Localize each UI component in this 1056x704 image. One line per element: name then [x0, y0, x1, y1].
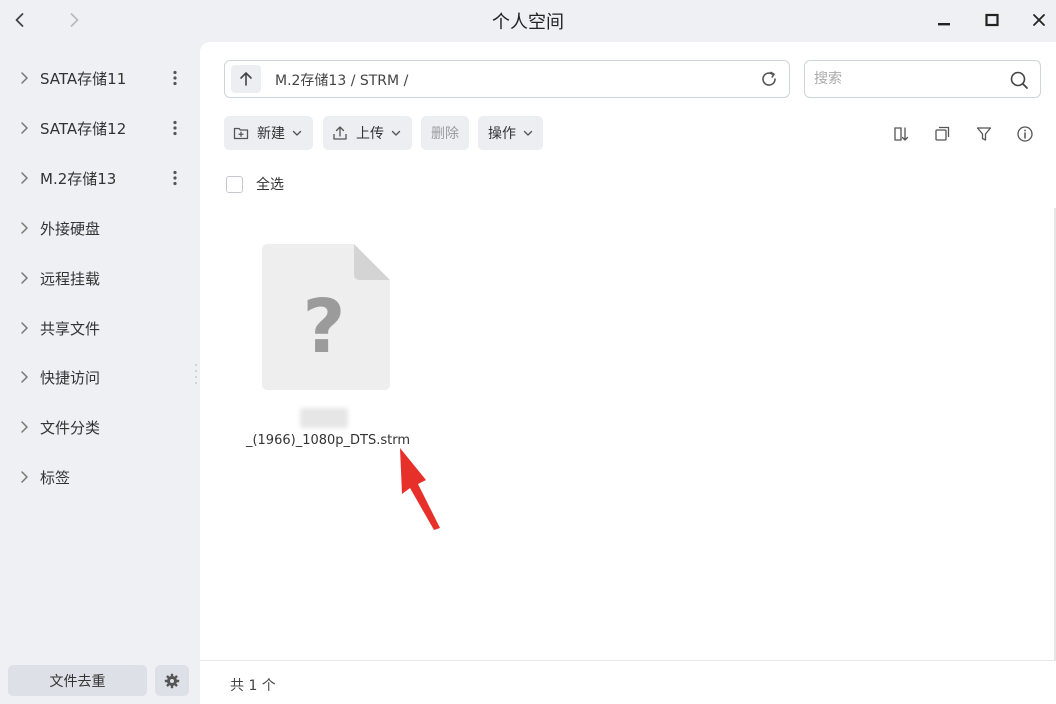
sidebar-item-label: 共享文件 — [40, 320, 101, 338]
operations-label: 操作 — [488, 126, 516, 142]
chevron-right-icon — [21, 172, 28, 184]
sidebar-item-label: 文件分类 — [40, 419, 101, 437]
sidebar-item-label: 快捷访问 — [40, 369, 101, 387]
up-directory-button[interactable] — [231, 65, 261, 93]
search-icon[interactable] — [1008, 69, 1030, 91]
refresh-button[interactable] — [759, 69, 779, 89]
file-item[interactable]: ? _(1966)_1080p_DTS.strm — [238, 242, 418, 457]
select-all[interactable]: 全选 — [226, 174, 284, 194]
info-button[interactable] — [1015, 124, 1035, 144]
chevron-right-icon — [21, 122, 28, 134]
status-bar: 共 1 个 — [200, 660, 1056, 704]
chevron-right-icon — [21, 371, 28, 383]
maximize-button[interactable] — [978, 6, 1006, 34]
sidebar-item-label: SATA存储11 — [40, 70, 127, 88]
select-all-checkbox[interactable] — [226, 175, 243, 193]
sidebar-item-m2-13[interactable]: M.2存储13 — [0, 158, 196, 198]
chevron-down-icon — [523, 128, 533, 138]
file-dedup-button[interactable]: 文件去重 — [8, 665, 147, 696]
sidebar-item-label: SATA存储12 — [40, 120, 127, 138]
operations-button[interactable]: 操作 — [478, 116, 543, 150]
sidebar-item-sata12[interactable]: SATA存储12 — [0, 108, 196, 148]
upload-icon — [332, 125, 348, 141]
sidebar: SATA存储11 SATA存储12 M.2存储13 外接硬盘 远程挂载 共享文件… — [0, 42, 200, 704]
select-all-label: 全选 — [256, 177, 284, 193]
grip-dots-icon — [195, 364, 197, 384]
sidebar-item-label: 远程挂载 — [40, 270, 101, 288]
chevron-down-icon — [391, 128, 401, 138]
sort-button[interactable] — [891, 124, 911, 144]
sidebar-item-tags[interactable]: 标签 — [0, 457, 196, 497]
sidebar-resize-handle[interactable] — [193, 362, 199, 386]
copy-view-button[interactable] — [932, 124, 952, 144]
info-icon — [1017, 126, 1033, 142]
maximize-icon — [985, 13, 999, 27]
title-bar: 个人空间 — [0, 0, 1056, 40]
chevron-right-icon — [21, 272, 28, 284]
new-label: 新建 — [257, 126, 285, 142]
sidebar-item-label: 标签 — [40, 469, 71, 487]
more-vertical-icon — [173, 170, 177, 186]
redacted-filename-part — [300, 408, 348, 428]
refresh-icon — [762, 71, 776, 86]
gear-icon — [164, 673, 180, 688]
new-button[interactable]: 新建 — [224, 116, 313, 150]
sidebar-item-sata11[interactable]: SATA存储11 — [0, 58, 196, 98]
sidebar-item-label: 外接硬盘 — [40, 220, 101, 238]
current-path: M.2存储13 / STRM / — [275, 73, 409, 89]
path-bar[interactable]: M.2存储13 / STRM / — [224, 60, 790, 98]
chevron-down-icon — [292, 128, 302, 138]
more-button[interactable] — [166, 168, 184, 188]
close-button[interactable] — [1025, 6, 1053, 34]
settings-button[interactable] — [155, 665, 189, 696]
window-title: 个人空间 — [492, 12, 564, 33]
sidebar-item-shared-files[interactable]: 共享文件 — [0, 308, 196, 348]
annotation-arrow-icon — [400, 448, 440, 530]
copy-icon — [935, 126, 950, 141]
svg-text:?: ? — [303, 284, 346, 370]
item-count: 共 1 个 — [230, 678, 276, 694]
search-box — [804, 60, 1041, 98]
more-button[interactable] — [166, 68, 184, 88]
minimize-icon — [938, 23, 950, 26]
main-panel: M.2存储13 / STRM / 新建 上传 删除 操作 全选 — [200, 42, 1056, 704]
more-button[interactable] — [166, 118, 184, 138]
chevron-right-icon — [21, 421, 28, 433]
delete-button[interactable]: 删除 — [421, 116, 469, 150]
upload-label: 上传 — [356, 126, 384, 142]
sidebar-item-label: M.2存储13 — [40, 170, 117, 188]
minimize-button[interactable] — [930, 6, 958, 34]
sidebar-item-remote-mount[interactable]: 远程挂载 — [0, 258, 196, 298]
filter-button[interactable] — [974, 124, 994, 144]
sidebar-item-file-categories[interactable]: 文件分类 — [0, 407, 196, 447]
sidebar-item-quick-access[interactable]: 快捷访问 — [0, 357, 196, 397]
chevron-right-icon — [21, 222, 28, 234]
close-icon — [1033, 14, 1045, 26]
chevron-right-icon — [21, 322, 28, 334]
more-vertical-icon — [173, 70, 177, 86]
search-input[interactable] — [814, 69, 994, 89]
sidebar-item-external-drive[interactable]: 外接硬盘 — [0, 208, 196, 248]
chevron-right-icon — [21, 72, 28, 84]
unknown-file-icon: ? — [262, 244, 390, 390]
new-folder-icon — [233, 125, 249, 141]
chevron-right-icon — [21, 471, 28, 483]
arrow-up-icon — [240, 72, 252, 86]
upload-button[interactable]: 上传 — [323, 116, 412, 150]
sort-icon — [894, 127, 909, 141]
filter-icon — [976, 127, 992, 141]
more-vertical-icon — [173, 120, 177, 136]
